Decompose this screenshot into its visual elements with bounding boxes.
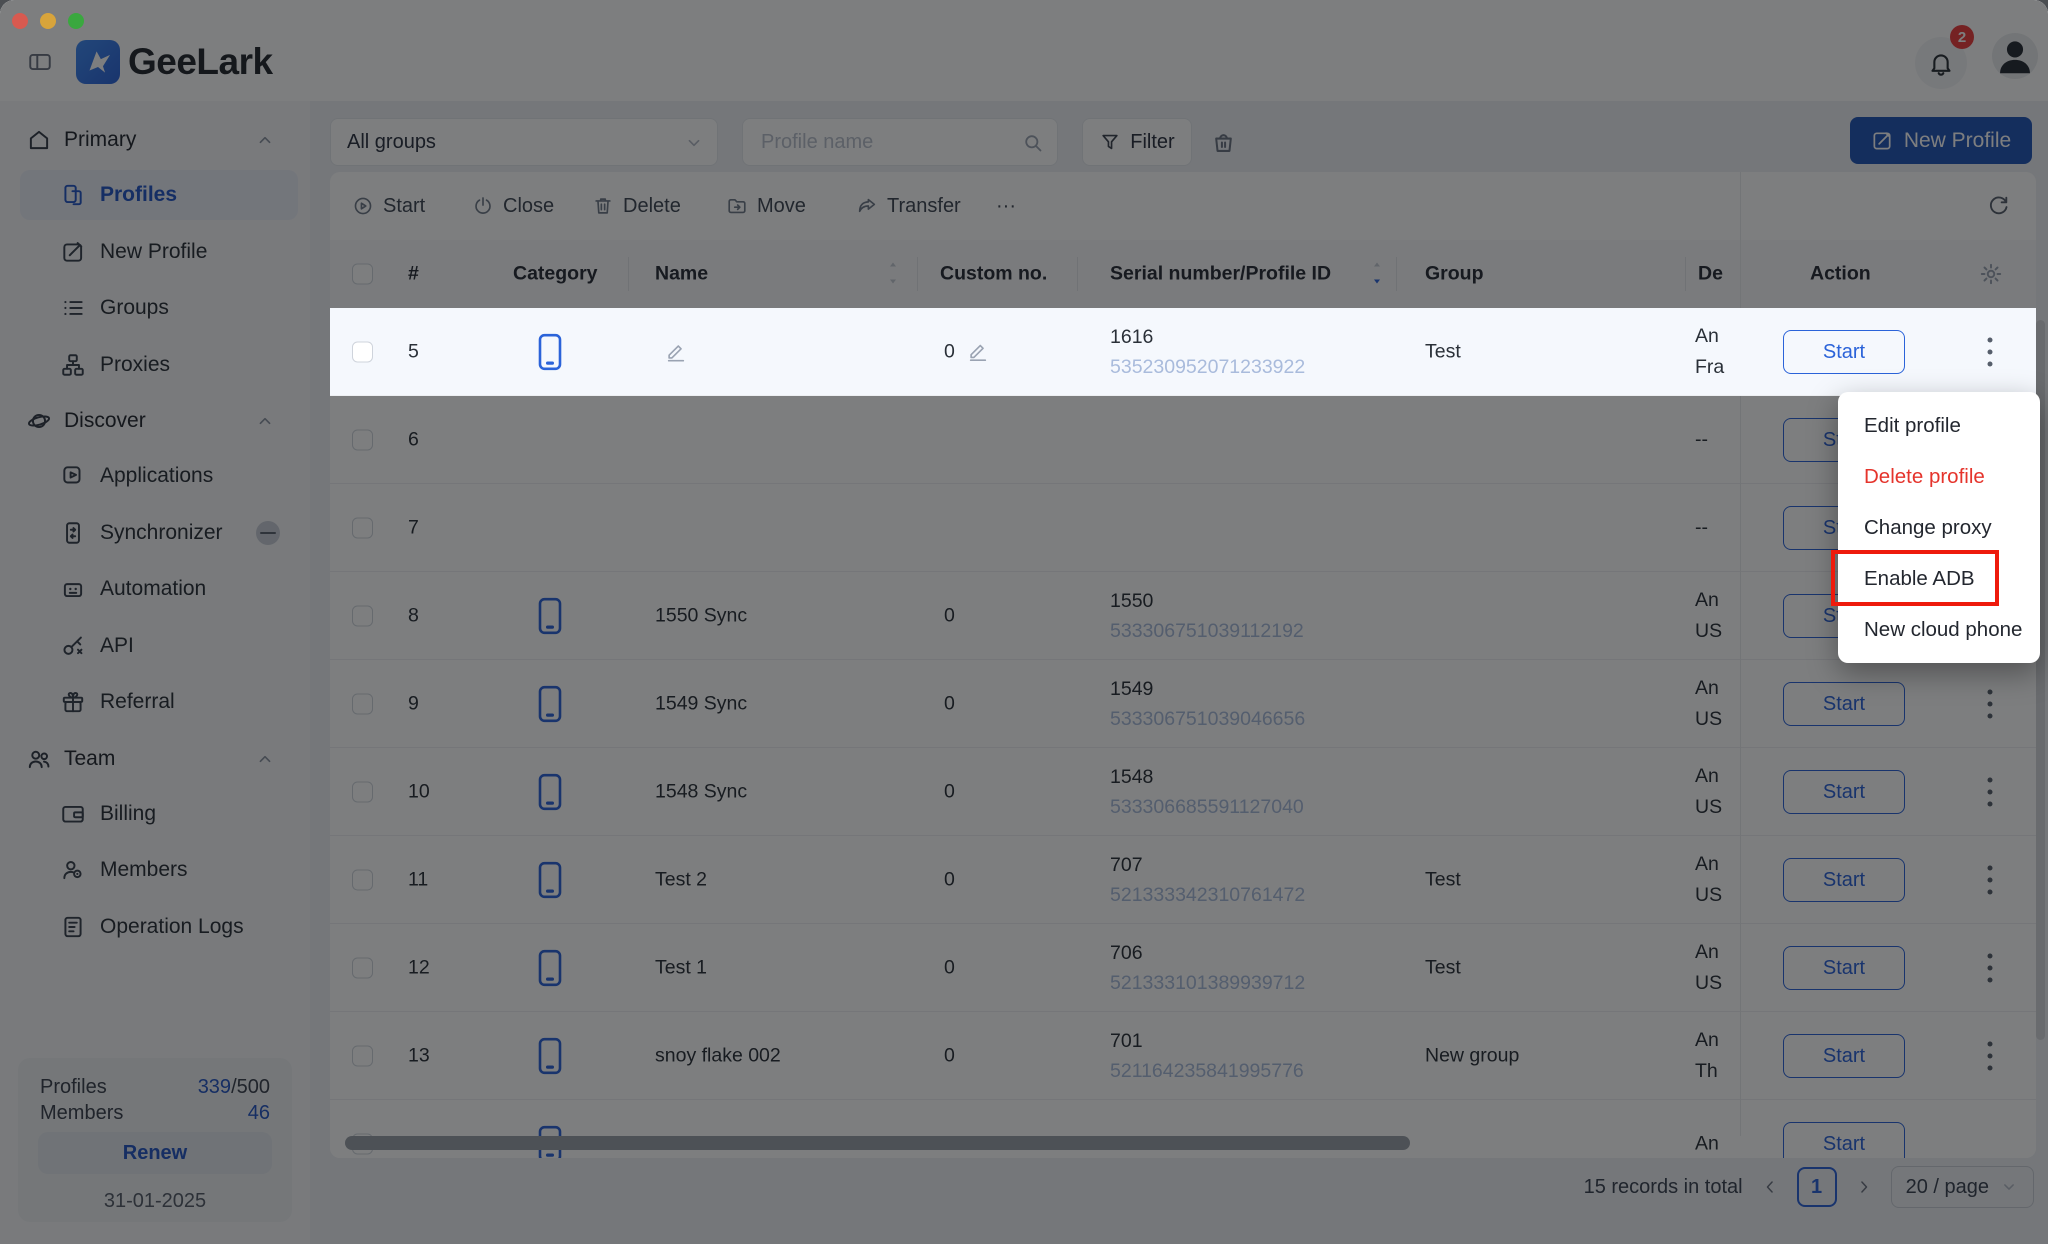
custom-no: 0 <box>944 340 955 363</box>
start-button[interactable]: Start <box>1783 330 1905 374</box>
group-name: Test <box>1425 340 1461 363</box>
row-checkbox[interactable] <box>352 341 373 362</box>
table-row[interactable]: 5 0 1616535230952071233922 Test AnFra Start <box>330 308 2036 396</box>
zoom-window-button[interactable] <box>68 13 84 29</box>
cloud-phone-icon <box>537 333 563 371</box>
geelark-window: GeeLark 2 PrimaryProfilesNew ProfileGrou… <box>0 0 2048 1244</box>
menu-item-delete-profile[interactable]: Delete profile <box>1838 451 2040 502</box>
menu-item-label: Edit profile <box>1864 414 1961 438</box>
dim-overlay <box>0 0 2048 1244</box>
window-controls[interactable] <box>12 13 84 29</box>
row-number: 5 <box>408 340 419 363</box>
row-context-menu: Edit profileDelete profileChange proxyEn… <box>1838 392 2040 663</box>
enable-adb-annotation <box>1831 550 1999 606</box>
close-window-button[interactable] <box>12 13 28 29</box>
profile-id: 535230952071233922 <box>1110 352 1305 382</box>
minimize-window-button[interactable] <box>40 13 56 29</box>
menu-item-edit-profile[interactable]: Edit profile <box>1838 400 2040 451</box>
serial-number: 1616 <box>1110 322 1305 352</box>
menu-item-label: New cloud phone <box>1864 618 2022 642</box>
menu-item-change-proxy[interactable]: Change proxy <box>1838 502 2040 553</box>
menu-item-label: Delete profile <box>1864 465 1985 489</box>
menu-item-new-cloud-phone[interactable]: New cloud phone <box>1838 604 2040 655</box>
device-info: AnFra <box>1695 321 1741 383</box>
row-more-actions-icon[interactable] <box>1978 333 2002 371</box>
edit-custom-no-icon[interactable] <box>967 341 989 363</box>
edit-name-icon[interactable] <box>665 341 687 363</box>
menu-item-label: Change proxy <box>1864 516 1992 540</box>
